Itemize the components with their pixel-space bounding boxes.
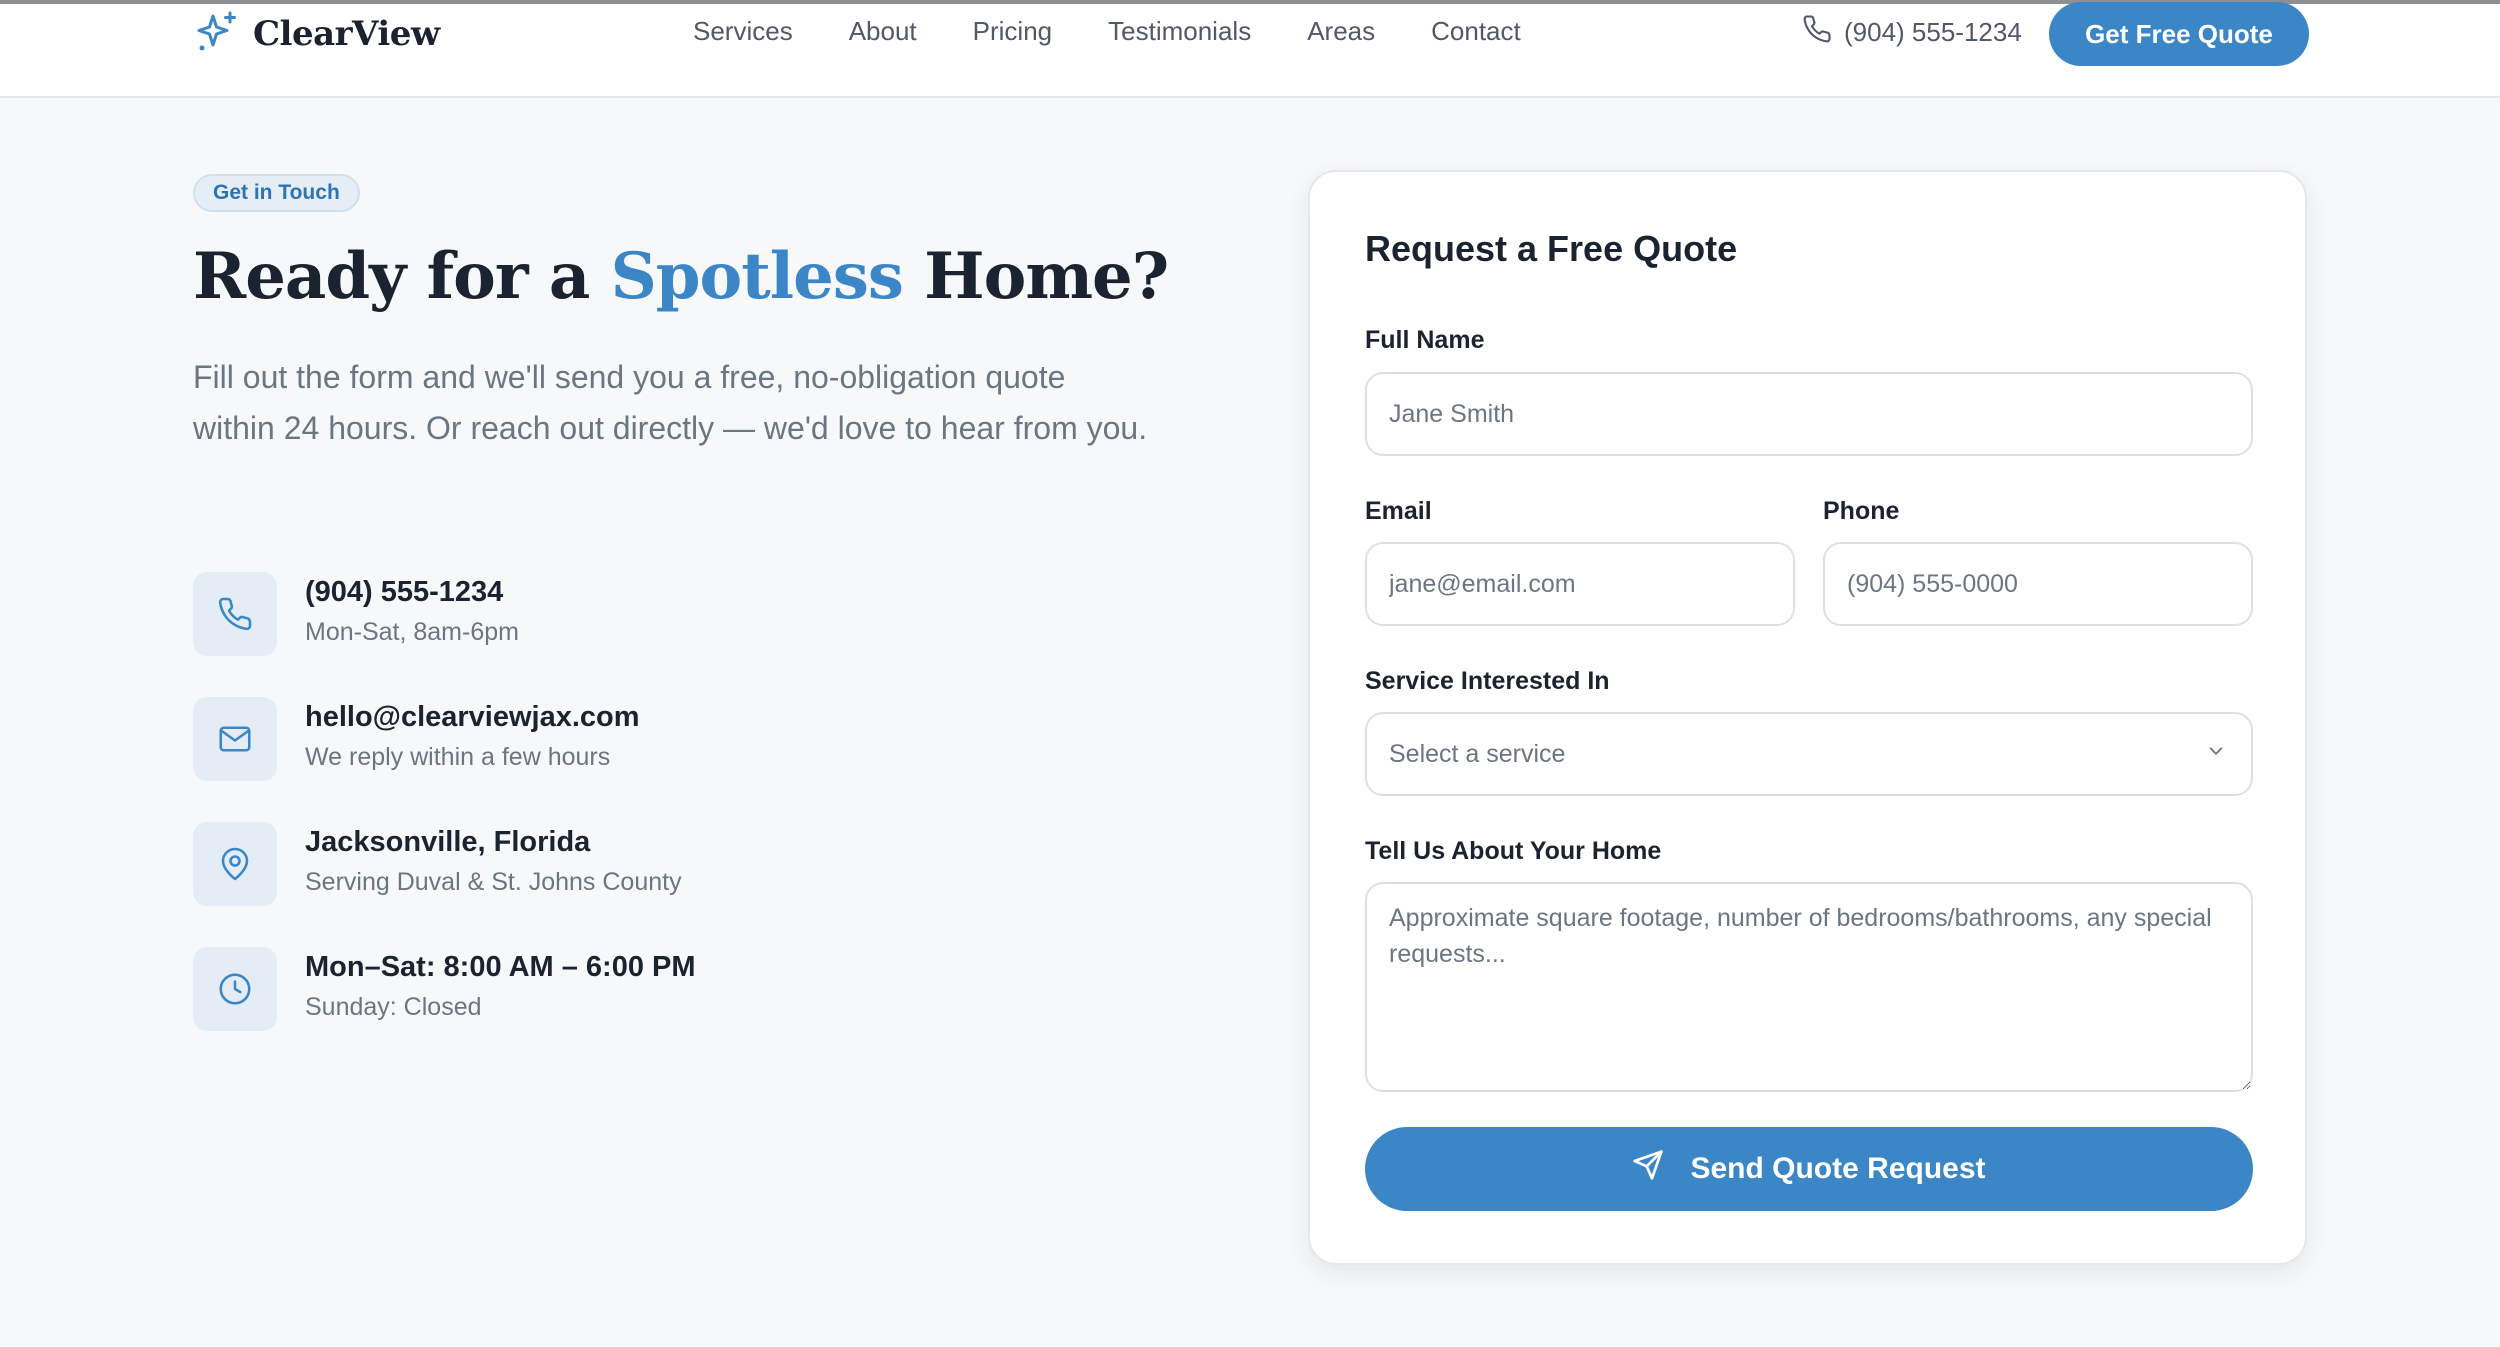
contact-hours-title: Mon–Sat: 8:00 AM – 6:00 PM xyxy=(305,951,696,983)
headline-accent: Spotless xyxy=(610,239,904,314)
nav-contact[interactable]: Contact xyxy=(1431,16,1521,47)
intro-text: Fill out the form and we'll send you a f… xyxy=(193,359,1148,446)
mail-icon xyxy=(193,697,277,781)
page-title: Ready for a Spotless Home? xyxy=(193,232,1169,322)
headline-start: Ready for a xyxy=(193,239,611,314)
contact-item-location: Jacksonville, Florida Serving Duval & St… xyxy=(193,822,1093,906)
main-nav: Services About Pricing Testimonials Area… xyxy=(693,16,1521,47)
headline-end: Home? xyxy=(902,239,1169,314)
contact-phone-title: (904) 555-1234 xyxy=(305,576,504,608)
clock-icon xyxy=(193,947,277,1031)
phone-label: Phone xyxy=(1823,497,1900,525)
quote-request-form: Request a Free Quote Full Name Email Pho… xyxy=(1308,170,2307,1265)
send-quote-request-button[interactable]: Send Quote Request xyxy=(1365,1127,2253,1211)
contact-location-title: Jacksonville, Florida xyxy=(305,826,591,858)
contact-phone-subtitle: Mon-Sat, 8am-6pm xyxy=(305,618,519,646)
phone-input[interactable] xyxy=(1823,542,2253,626)
get-free-quote-button[interactable]: Get Free Quote xyxy=(2049,2,2309,66)
email-input[interactable] xyxy=(1365,542,1795,626)
section-badge: Get in Touch xyxy=(193,174,360,212)
nav-services[interactable]: Services xyxy=(693,16,793,47)
phone-icon xyxy=(193,572,277,656)
service-label: Service Interested In xyxy=(1365,667,1610,695)
nav-pricing[interactable]: Pricing xyxy=(973,16,1052,47)
contact-item-phone[interactable]: (904) 555-1234 Mon-Sat, 8am-6pm xyxy=(193,572,1093,656)
full-name-label: Full Name xyxy=(1365,326,1485,354)
nav-areas[interactable]: Areas xyxy=(1307,16,1375,47)
send-quote-request-label: Send Quote Request xyxy=(1690,1152,1986,1185)
nav-about[interactable]: About xyxy=(849,16,917,47)
contact-hours-subtitle: Sunday: Closed xyxy=(305,993,482,1021)
sparkle-icon xyxy=(193,8,241,61)
logo-text: ClearView xyxy=(253,14,440,54)
phone-icon xyxy=(1802,14,1832,51)
send-icon xyxy=(1632,1149,1664,1189)
full-name-input[interactable] xyxy=(1365,372,2253,456)
email-label: Email xyxy=(1365,497,1432,525)
contact-email-subtitle: We reply within a few hours xyxy=(305,743,611,771)
contact-item-hours: Mon–Sat: 8:00 AM – 6:00 PM Sunday: Close… xyxy=(193,947,1093,1031)
header-phone-link[interactable]: (904) 555-1234 xyxy=(1802,14,2022,51)
form-title: Request a Free Quote xyxy=(1365,228,1738,269)
logo[interactable]: ClearView xyxy=(193,10,440,58)
nav-testimonials[interactable]: Testimonials xyxy=(1108,16,1251,47)
map-pin-icon xyxy=(193,822,277,906)
chevron-down-icon xyxy=(2205,740,2229,769)
site-header: ClearView Services About Pricing Testimo… xyxy=(0,0,2500,98)
home-details-label: Tell Us About Your Home xyxy=(1365,837,1662,865)
header-phone-number: (904) 555-1234 xyxy=(1844,17,2022,47)
home-details-textarea[interactable] xyxy=(1365,882,2253,1092)
service-select[interactable]: Select a service xyxy=(1365,712,2253,796)
service-select-value: Select a service xyxy=(1389,739,1566,768)
contact-location-subtitle: Serving Duval & St. Johns County xyxy=(305,868,682,896)
contact-item-email[interactable]: hello@clearviewjax.com We reply within a… xyxy=(193,697,1093,781)
contact-email-title: hello@clearviewjax.com xyxy=(305,701,640,733)
